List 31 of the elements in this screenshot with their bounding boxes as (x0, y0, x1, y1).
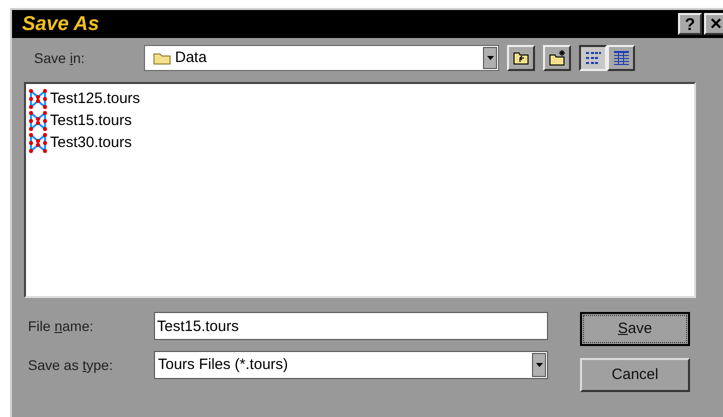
new-folder-button[interactable] (543, 45, 571, 71)
file-name-label: File name: (28, 316, 94, 336)
help-button[interactable]: ? (678, 13, 702, 35)
save-in-label: Save in: (34, 48, 86, 68)
save-in-dropdown[interactable]: Data (144, 45, 499, 71)
save-as-type-dropdown[interactable]: Tours Files (*.tours) (154, 351, 548, 379)
dropdown-arrow-button[interactable] (532, 353, 546, 377)
details-view-button[interactable] (607, 45, 635, 71)
up-folder-button[interactable] (507, 45, 535, 71)
list-view-icon (584, 49, 602, 67)
list-view-button[interactable] (579, 45, 607, 71)
save-button[interactable]: Save (580, 312, 690, 346)
file-name-field[interactable]: Test15.tours (154, 312, 548, 340)
file-item[interactable]: Test125.tours (50, 88, 140, 110)
file-item[interactable]: Test30.tours (50, 132, 132, 154)
cancel-button[interactable]: Cancel (580, 358, 690, 392)
window-title: Save As (22, 12, 100, 37)
file-item[interactable]: Test15.tours (50, 110, 132, 132)
tour-file-icon (28, 111, 48, 131)
dropdown-arrow-button[interactable] (483, 47, 497, 69)
close-button[interactable]: × (704, 13, 723, 35)
folder-name: Data (175, 48, 207, 68)
file-list[interactable]: Test125.tours Test15.tours Test30.tours (24, 82, 696, 298)
tour-file-icon (28, 89, 48, 109)
caret-icon (536, 363, 542, 367)
details-view-icon (612, 49, 630, 67)
folder-icon (153, 51, 171, 65)
tour-file-icon (28, 133, 48, 153)
caret-icon (486, 56, 494, 60)
new-folder-icon (548, 49, 566, 67)
save-as-type-label: Save as type: (28, 356, 114, 375)
